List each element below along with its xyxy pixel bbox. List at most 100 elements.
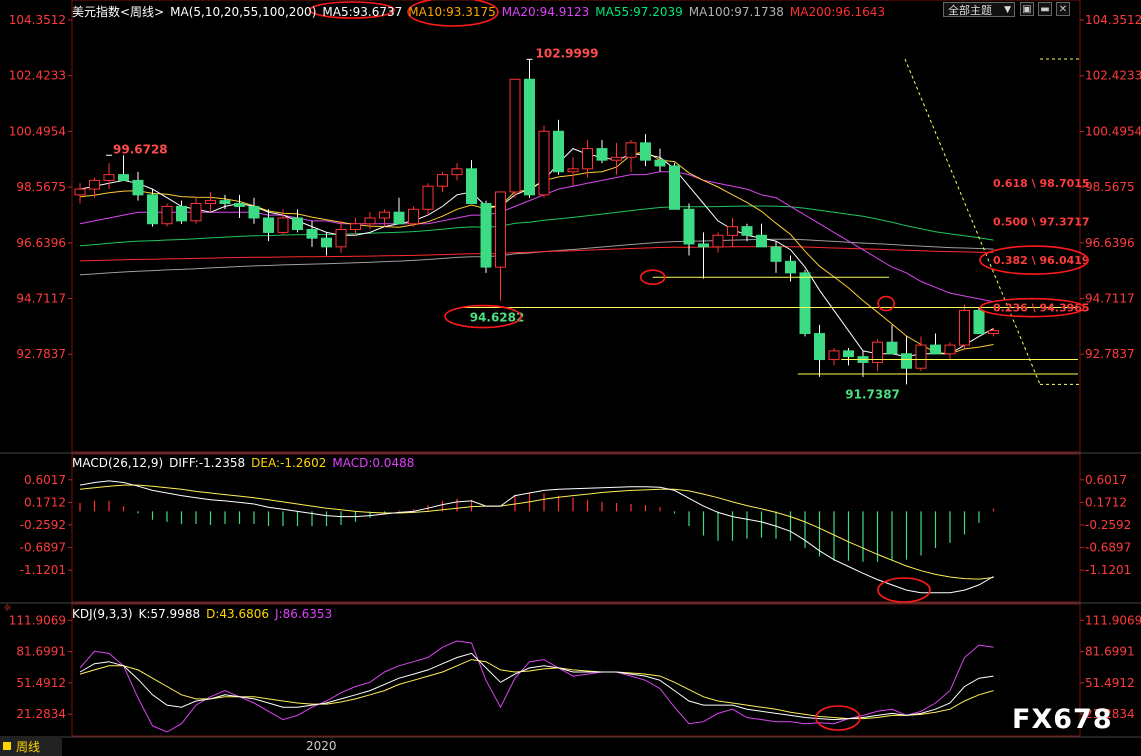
price-axis-tick-label-left: 102.4233 — [9, 69, 66, 83]
macd-axis-tick-label-right: -0.6897 — [1085, 541, 1131, 555]
macd-panel: 0.6017 0.6017 0.1712 0.1712 -0.2592 -0.2592 -0… — [20, 473, 1131, 603]
minimize-button[interactable]: ▬ — [1038, 2, 1052, 16]
kdj-axis-tick-label-left: 21.2834 — [16, 707, 66, 721]
fib-level-label: 0.500 \ 97.3717 — [993, 216, 1090, 229]
candle-body — [335, 229, 347, 248]
period-tab[interactable]: 周线 — [0, 738, 62, 756]
candle-body — [190, 203, 202, 222]
ma200-label: MA200:96.1643 — [789, 5, 886, 19]
ma55-label: MA55:97.2039 — [595, 5, 683, 19]
kdj-axis-tick-label-right: 81.6991 — [1085, 645, 1135, 659]
candle-body — [596, 148, 608, 161]
chart-title: 美元指数<周线> — [72, 5, 165, 19]
ma-params-label: MA(5,10,20,55,100,200) — [170, 5, 317, 19]
macd-axis-tick-label-left: -0.2592 — [20, 518, 66, 532]
candle-body — [553, 130, 564, 173]
candle-body — [103, 174, 115, 181]
candle-body — [466, 168, 477, 205]
candle-body — [161, 205, 173, 225]
watermark-logo: FX678 — [1012, 704, 1113, 735]
kdj-panel-header: KDJ(9,3,3) K:57.9988 D:43.6806 J:86.6353 — [0, 607, 338, 625]
ma5-label: MA5:93.6737 — [322, 5, 403, 19]
candle-body — [785, 260, 796, 274]
candle-body — [422, 185, 434, 210]
kdj-d-label: D:43.6806 — [206, 607, 269, 621]
price-axis-tick-label-left: 98.5675 — [16, 180, 66, 194]
candle-body — [277, 217, 289, 233]
candle-body — [364, 217, 376, 225]
macd-axis-tick-label-left: 0.6017 — [24, 473, 66, 487]
candle-body — [828, 350, 840, 361]
candle-body — [147, 194, 158, 225]
candle-body — [625, 142, 637, 158]
price-axis-tick-label-right: 92.7837 — [1085, 347, 1135, 361]
macd-axis-tick-label-right: -1.1201 — [1085, 563, 1131, 577]
candle-body — [582, 148, 593, 170]
candle-body — [118, 174, 129, 181]
candle-body — [248, 205, 260, 219]
macd-cross-highlight-ellipse — [877, 577, 931, 603]
macd-axis-tick-label-right: 0.6017 — [1085, 473, 1127, 487]
candle-body — [770, 246, 782, 262]
candle-body — [495, 191, 506, 268]
restore-button[interactable]: ▣ — [1020, 2, 1034, 16]
price-panel-header: 美元指数<周线> MA(5,10,20,55,100,200) MA5:93.673… — [0, 3, 891, 21]
chevron-down-icon: ▼ — [1004, 5, 1011, 15]
candle-body — [379, 211, 390, 219]
ma200-line — [79, 246, 994, 262]
kdj-panel: 111.9069 111.906981.6991 81.699151.4912 51.… — [9, 613, 1141, 733]
price-axis-tick-label-left: 96.6396 — [16, 236, 66, 250]
candle-body — [988, 330, 999, 335]
candle-body — [89, 179, 100, 190]
candle-body — [727, 226, 738, 236]
price-axis-tick-label-right: 94.7117 — [1085, 292, 1135, 306]
ma20-label: MA20:94.9123 — [501, 5, 590, 19]
macd-diff-label: DIFF:-1.2358 — [169, 456, 246, 470]
candle-body — [669, 165, 680, 210]
candle-body — [132, 179, 144, 196]
fib-level-label: 0.618 \ 98.7015 — [993, 177, 1090, 190]
price-axis-tick-label-left: 100.4954 — [9, 124, 66, 138]
candle-body — [306, 229, 318, 239]
candle-body — [74, 188, 86, 196]
candle-body — [915, 344, 927, 369]
candle-body — [756, 234, 767, 248]
candle-body — [350, 223, 361, 231]
candle-body — [321, 237, 332, 248]
candle-body — [524, 78, 535, 196]
close-button[interactable]: ✕ — [1056, 2, 1070, 16]
macd-dea-line — [79, 484, 994, 580]
candle-body — [611, 156, 622, 161]
candle-body — [973, 309, 985, 335]
candle-body — [234, 203, 245, 207]
macd-dea-label: DEA:-1.2602 — [251, 456, 327, 470]
left-high-label: 99.6728 — [113, 142, 168, 156]
period-label: 周线 — [16, 740, 41, 754]
candle-body — [944, 344, 956, 355]
macd-axis-tick-label-left: 0.1712 — [24, 495, 66, 509]
candle-body — [683, 208, 695, 245]
price-axis-tick-label-right: 104.3512 — [1085, 13, 1141, 27]
topic-select-value: 全部主题 — [948, 4, 992, 17]
macd-axis-tick-label-left: -0.6897 — [20, 541, 66, 555]
panel-frames — [0, 0, 1141, 738]
panel-border — [71, 0, 1081, 453]
period-icon — [3, 742, 11, 750]
candle-body — [698, 243, 709, 248]
kdj-k-line — [79, 652, 994, 721]
candle-body — [959, 309, 970, 346]
price-axis-tick-label-right: 102.4233 — [1085, 69, 1141, 83]
candle-body — [930, 344, 941, 355]
candle-body — [886, 341, 898, 355]
high-price-label: 102.9999 — [536, 46, 599, 60]
candle-body — [567, 168, 579, 173]
price-panel: 104.3512 104.3512102.4233 102.4233100.4954… — [9, 0, 1141, 401]
candle-body — [843, 350, 854, 358]
kdj-k-label: K:57.9988 — [138, 607, 201, 621]
macd-axis-tick-label-right: -0.2592 — [1085, 518, 1131, 532]
kdj-title: KDJ(9,3,3) — [72, 607, 133, 621]
ma20-line — [79, 171, 994, 303]
kdj-d-line — [79, 659, 994, 720]
candle-body — [437, 174, 448, 187]
topic-select[interactable]: 全部主题 ▼ — [943, 2, 1015, 17]
